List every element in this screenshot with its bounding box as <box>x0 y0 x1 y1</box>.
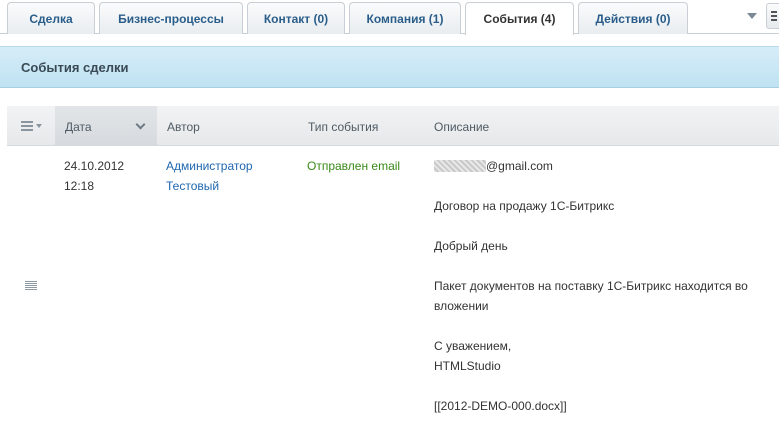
tab-actions[interactable]: Действия (0) <box>578 2 688 34</box>
tab-bar: Сделка Бизнес-процессы Контакт (0) Компа… <box>0 0 779 35</box>
redacted-email-mask <box>434 160 486 172</box>
section-title: События сделки <box>21 60 129 75</box>
email-closing-line2: HTMLStudio <box>434 359 501 373</box>
list-menu-icon <box>20 121 33 131</box>
email-body-line2: вложении <box>434 299 489 313</box>
settings-icon[interactable] <box>766 3 779 29</box>
author-name-line1: Администратор <box>166 159 253 173</box>
email-address: @gmail.com <box>434 156 779 176</box>
tab-business-processes[interactable]: Бизнес-процессы <box>99 2 243 34</box>
column-header-event-type[interactable]: Тип события <box>308 120 378 134</box>
chevron-down-icon <box>747 13 757 19</box>
date-value: 24.10.2012 <box>64 159 125 173</box>
column-label-date: Дата <box>65 120 92 134</box>
tab-company[interactable]: Компания (1) <box>349 2 461 34</box>
section-header: События сделки <box>0 46 779 88</box>
time-value: 12:18 <box>64 179 95 193</box>
cell-event-type: Отправлен email <box>307 159 401 173</box>
email-domain: @gmail.com <box>486 159 553 173</box>
tabs-more-button[interactable] <box>741 6 763 26</box>
chevron-down-icon <box>35 124 42 128</box>
author-link[interactable]: Администратор Тестовый <box>166 156 296 196</box>
email-subject: Договор на продажу 1С-Битрикс <box>434 199 615 213</box>
cell-date: 24.10.2012 12:18 <box>64 156 154 196</box>
grid-header: Дата Автор Тип события Описание <box>7 106 779 146</box>
column-header-description[interactable]: Описание <box>434 120 489 134</box>
email-greeting: Добрый день <box>434 239 508 253</box>
email-attachment[interactable]: [[2012-DEMO-000.docx]] <box>434 396 779 416</box>
drag-handle-icon[interactable] <box>25 281 37 290</box>
author-name-line2: Тестовый <box>166 179 220 193</box>
email-closing-line1: С уважением, <box>434 339 512 353</box>
email-body-line1: Пакет документов на поставку 1С-Битрикс … <box>434 279 748 293</box>
grid-settings-button[interactable] <box>7 106 55 146</box>
chevron-down-icon <box>135 119 146 130</box>
tab-contact[interactable]: Контакт (0) <box>247 2 345 34</box>
column-header-author[interactable]: Автор <box>167 120 200 134</box>
column-header-date[interactable]: Дата <box>55 106 157 146</box>
tab-events[interactable]: События (4) <box>465 2 574 35</box>
tab-deal[interactable]: Сделка <box>7 2 95 34</box>
cell-description: @gmail.com Договор на продажу 1С-Битрикс… <box>434 156 779 416</box>
